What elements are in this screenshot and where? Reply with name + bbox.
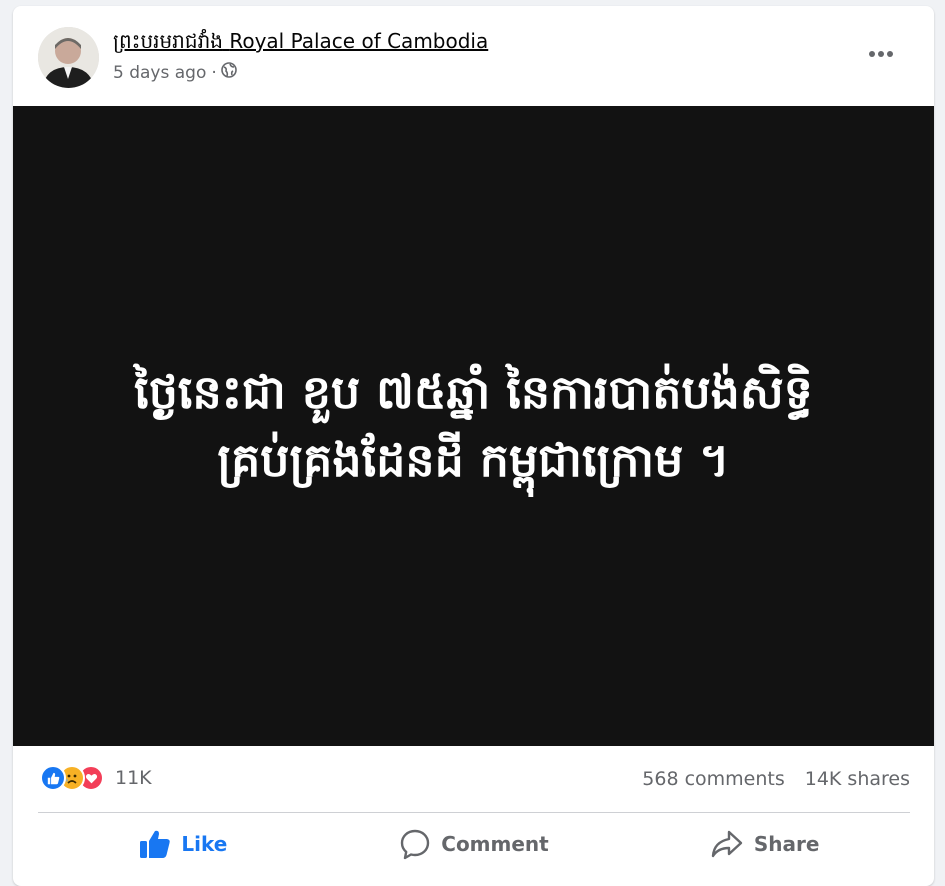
like-reaction-icon — [40, 765, 66, 791]
share-button-label: Share — [753, 832, 820, 856]
thumbs-up-icon — [140, 830, 171, 858]
post-media-text: ថ្ងៃនេះជា ខួប ៧៥ឆ្នាំ នៃការបាត់បង់សិទ្ធិ… — [44, 358, 904, 494]
post-timestamp[interactable]: 5 days ago — [113, 63, 206, 83]
page-name-khmer: ព្រះបរមរាជវាំង — [113, 29, 223, 53]
post-card: ព្រះបរមរាជវាំង Royal Palace of Cambodia … — [13, 6, 934, 886]
like-button[interactable]: Like — [38, 820, 329, 868]
reaction-count: 11K — [115, 767, 152, 789]
page-name-link[interactable]: ព្រះបរមរាជវាំង Royal Palace of Cambodia — [113, 28, 488, 58]
post-meta: 5 days ago · — [113, 62, 237, 83]
reactions-summary[interactable]: 11K — [40, 765, 152, 791]
like-button-label: Like — [181, 832, 228, 856]
comments-count-link[interactable]: 568 comments — [642, 765, 784, 793]
post-media[interactable]: ថ្ងៃនេះជា ខួប ៧៥ឆ្នាំ នៃការបាត់បង់សិទ្ធិ… — [13, 106, 934, 746]
page-name-english: Royal Palace of Cambodia — [229, 29, 489, 53]
engagement-counts: 568 comments 14K shares — [642, 765, 910, 793]
comment-button-label: Comment — [441, 832, 549, 856]
avatar-portrait-icon — [38, 27, 99, 88]
media-text-line: ថ្ងៃនេះជា ខួប ៧៥ឆ្នាំ នៃការបាត់បង់សិទ្ធិ — [134, 365, 813, 419]
shares-count-link[interactable]: 14K shares — [805, 765, 910, 793]
share-arrow-icon — [711, 830, 743, 858]
page-avatar[interactable] — [38, 27, 99, 88]
more-options-icon — [869, 51, 893, 57]
media-text-line: គ្រប់គ្រងដែនដី កម្ពុជាក្រោម ។ — [217, 433, 730, 487]
globe-icon — [220, 62, 237, 83]
comment-bubble-icon — [401, 829, 430, 860]
actions-divider — [38, 812, 910, 813]
meta-separator: · — [211, 62, 217, 83]
comment-button[interactable]: Comment — [329, 820, 620, 868]
post-stats: 11K 568 comments 14K shares — [13, 758, 934, 800]
post-actions-bar: Like Comment Share — [38, 820, 910, 868]
more-options-button[interactable] — [861, 36, 901, 72]
post-header: ព្រះបរមរាជវាំង Royal Palace of Cambodia … — [13, 6, 934, 106]
share-button[interactable]: Share — [619, 820, 910, 868]
